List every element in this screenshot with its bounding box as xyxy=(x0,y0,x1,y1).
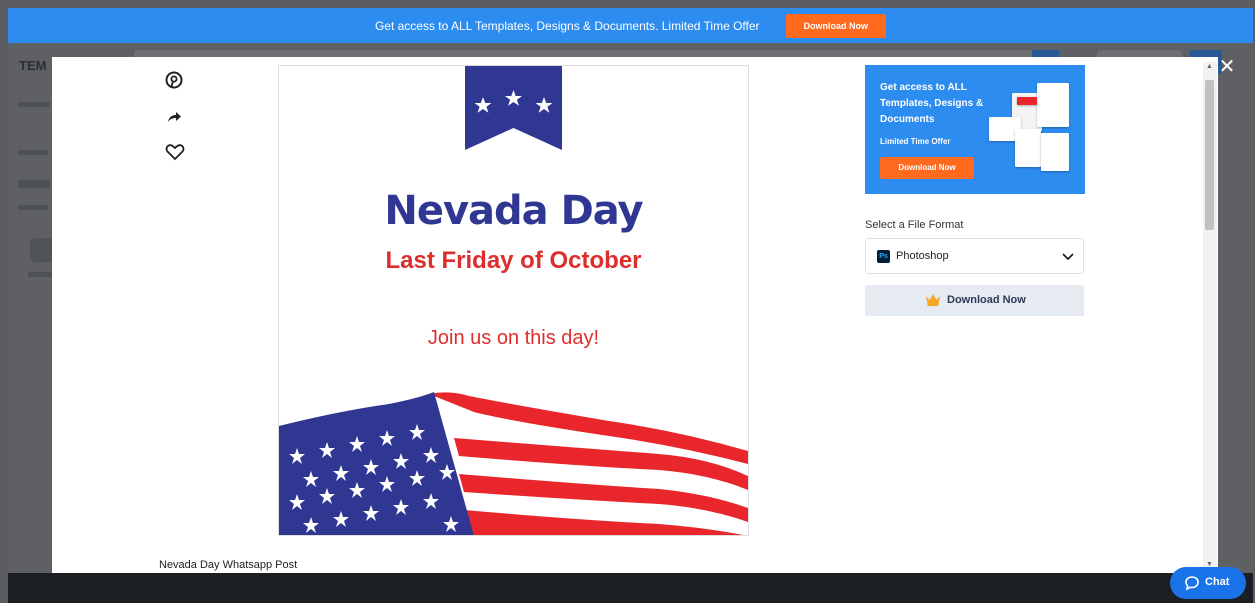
background-thumbnail xyxy=(30,238,54,262)
chat-button[interactable]: Chat xyxy=(1170,567,1246,599)
flag-graphic xyxy=(279,392,748,535)
ribbon-banner xyxy=(465,66,562,150)
file-format-select[interactable]: Ps Photoshop xyxy=(865,238,1084,274)
chat-bubble-icon xyxy=(1185,576,1199,591)
file-format-label: Select a File Format xyxy=(865,219,964,231)
ad-document-thumbnail xyxy=(1037,83,1069,127)
preview-tagline: Join us on this day! xyxy=(427,327,600,349)
bottom-bar xyxy=(8,573,1253,603)
photoshop-icon: Ps xyxy=(877,250,890,263)
promo-text: Get access to ALL Templates, Designs & D… xyxy=(374,18,760,33)
ad-subtext: Limited Time Offer xyxy=(880,137,951,146)
ad-document-thumbnail xyxy=(1015,129,1041,167)
share-icon[interactable] xyxy=(165,108,185,128)
ad-document-thumbnail xyxy=(1041,133,1069,171)
background-page-title: TEM xyxy=(19,58,47,73)
promo-ad-box: Get access to ALL Templates, Designs & D… xyxy=(865,65,1085,194)
template-caption: Nevada Day Whatsapp Post xyxy=(159,559,298,571)
download-button[interactable]: Download Now xyxy=(865,285,1084,316)
crown-icon xyxy=(926,294,940,306)
heart-icon[interactable] xyxy=(165,143,185,163)
promo-download-button[interactable]: Download Now xyxy=(785,13,887,38)
ad-document-accent xyxy=(1017,97,1037,105)
background-text-line xyxy=(18,180,50,188)
preview-subtitle: Last Friday of October xyxy=(385,247,642,274)
scroll-up-arrow-icon[interactable]: ▲ xyxy=(1205,62,1214,72)
file-format-value: Photoshop xyxy=(896,250,949,262)
download-button-label: Download Now xyxy=(947,294,1026,306)
background-text-line xyxy=(18,102,50,107)
ad-download-button[interactable]: Download Now xyxy=(880,157,974,179)
background-text-line xyxy=(28,272,54,277)
background-text-line xyxy=(18,205,48,210)
scrollbar-thumb[interactable] xyxy=(1205,80,1214,230)
chevron-down-icon xyxy=(1062,253,1074,261)
ad-text: Get access to ALL Templates, Designs & D… xyxy=(880,82,984,125)
pinterest-icon[interactable] xyxy=(165,71,185,91)
preview-title: Nevada Day xyxy=(384,188,643,234)
chat-label: Chat xyxy=(1205,576,1230,588)
promo-bar: Get access to ALL Templates, Designs & D… xyxy=(8,8,1253,43)
template-preview: Nevada Day Last Friday of October Join u… xyxy=(278,65,749,536)
background-text-line xyxy=(18,150,48,155)
close-icon[interactable]: ✕ xyxy=(1214,57,1240,79)
